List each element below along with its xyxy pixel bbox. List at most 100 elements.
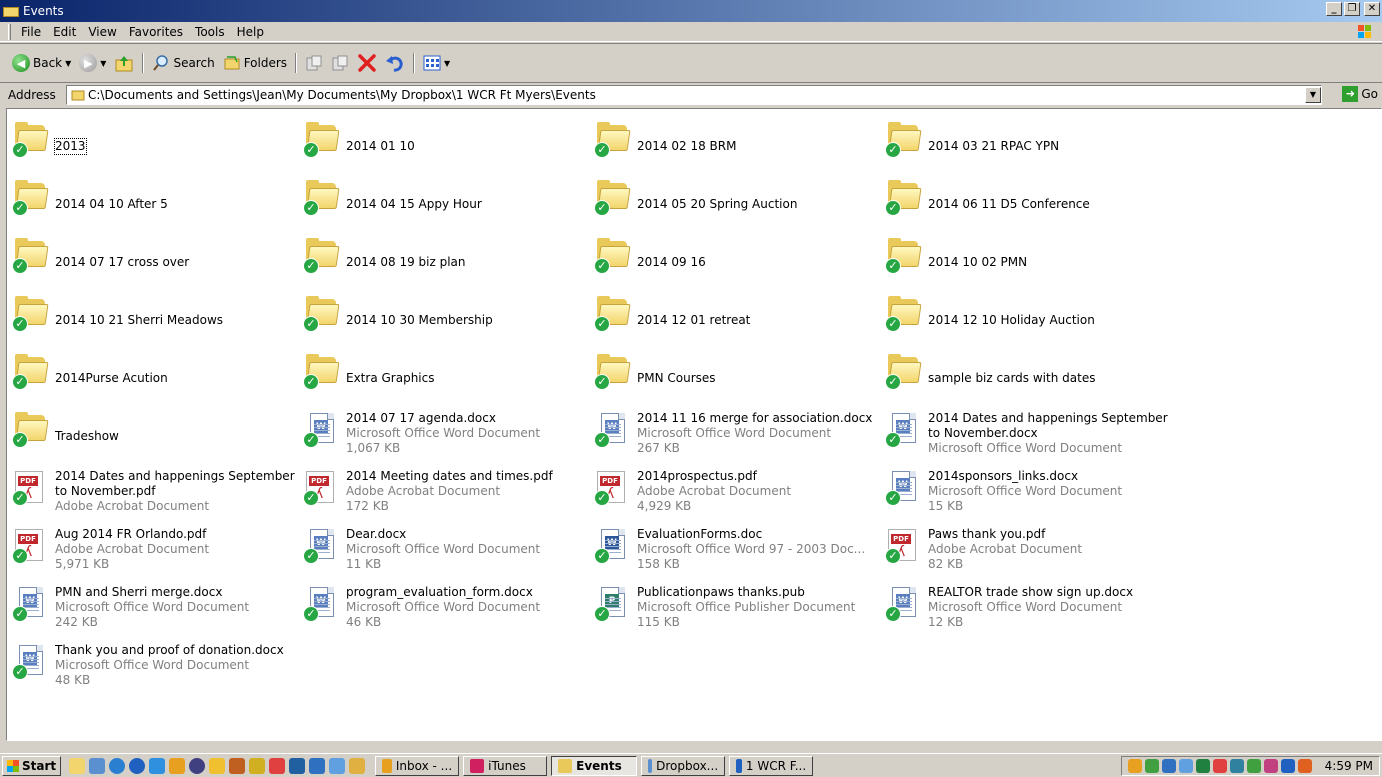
- file-item[interactable]: W✓ Dear.docxMicrosoft Office Word Documen…: [302, 527, 588, 572]
- folder-item[interactable]: ✓ 2014 06 11 D5 Conference: [884, 179, 1170, 217]
- minimize-button[interactable]: _: [1326, 2, 1342, 16]
- menu-favorites[interactable]: Favorites: [123, 25, 189, 39]
- sync-check-icon: ✓: [12, 316, 28, 332]
- file-item[interactable]: W✓ Thank you and proof of donation.docxMi…: [11, 643, 297, 688]
- file-item[interactable]: W✓ EvaluationForms.docMicrosoft Office Wo…: [593, 527, 879, 572]
- folder-item[interactable]: ✓ 2014 09 16: [593, 237, 879, 275]
- move-to-button[interactable]: [301, 52, 327, 74]
- quick-launch-icon[interactable]: [69, 757, 86, 774]
- folder-item[interactable]: ✓ Extra Graphics: [302, 353, 588, 391]
- quick-launch-icon[interactable]: [109, 757, 126, 774]
- file-list-view[interactable]: ✓ 2013 ✓ 2014 01 10 ✓ 2014 02 18 BRM ✓ 2014 03 …: [6, 108, 1382, 741]
- folder-item[interactable]: ✓ Tradeshow: [11, 411, 297, 449]
- folder-item[interactable]: ✓ 2014 10 21 Sherri Meadows: [11, 295, 297, 333]
- menu-file[interactable]: File: [15, 25, 47, 39]
- search-button[interactable]: Search: [148, 52, 218, 74]
- tray-icon[interactable]: [1195, 759, 1210, 773]
- quick-launch-icon[interactable]: [169, 757, 186, 774]
- folder-item[interactable]: ✓ 2014 05 20 Spring Auction: [593, 179, 879, 217]
- tray-icon[interactable]: [1263, 759, 1278, 773]
- folder-item[interactable]: ✓ PMN Courses: [593, 353, 879, 391]
- close-button[interactable]: ✕: [1364, 2, 1380, 16]
- tray-icon[interactable]: [1297, 759, 1312, 773]
- folder-item[interactable]: ✓ 2014 07 17 cross over: [11, 237, 297, 275]
- folder-icon: ✓: [884, 237, 924, 275]
- folder-item[interactable]: ✓ 2014 10 30 Membership: [302, 295, 588, 333]
- file-item[interactable]: W✓ program_evaluation_form.docxMicrosoft …: [302, 585, 588, 630]
- quick-launch-icon[interactable]: [129, 757, 146, 774]
- copy-to-button[interactable]: [327, 52, 353, 74]
- clock: 4:59 PM: [1324, 759, 1373, 773]
- tray-icon[interactable]: [1212, 759, 1227, 773]
- file-item[interactable]: PDF ʎ ✓ Paws thank you.pdf Adobe Acrobat Doc…: [884, 527, 1170, 572]
- tray-icon[interactable]: [1246, 759, 1261, 773]
- quick-launch-icon[interactable]: [229, 757, 246, 774]
- quick-launch-icon[interactable]: [309, 757, 326, 774]
- file-item[interactable]: W✓ 2014 11 16 merge for association.docxM…: [593, 411, 879, 456]
- file-item[interactable]: W✓ REALTOR trade show sign up.docxMicroso…: [884, 585, 1170, 630]
- menu-edit[interactable]: Edit: [47, 25, 82, 39]
- tray-icon[interactable]: [1229, 759, 1244, 773]
- file-item[interactable]: W✓ 2014 07 17 agenda.docxMicrosoft Office…: [302, 411, 588, 456]
- quick-launch-icon[interactable]: [329, 757, 346, 774]
- taskbar-button[interactable]: iTunes: [463, 755, 548, 776]
- quick-launch-icon[interactable]: [209, 757, 226, 774]
- go-button[interactable]: ➜ Go: [1342, 86, 1378, 102]
- quick-launch-icon[interactable]: [189, 757, 206, 774]
- folder-item[interactable]: ✓ 2013: [11, 121, 297, 159]
- back-button[interactable]: ◀ Back ▼: [8, 52, 75, 74]
- address-dropdown-button[interactable]: ▼: [1305, 87, 1321, 103]
- folder-icon: ✓: [302, 237, 342, 275]
- file-item[interactable]: P✓ Publicationpaws thanks.pubMicrosoft Of…: [593, 585, 879, 630]
- file-item[interactable]: W✓2014 Dates and happenings September to…: [884, 411, 1170, 456]
- address-input[interactable]: C:\Documents and Settings\Jean\My Docume…: [66, 85, 1322, 105]
- item-size: 242 KB: [55, 615, 98, 629]
- address-label: Address: [8, 88, 56, 102]
- folder-item[interactable]: ✓ sample biz cards with dates: [884, 353, 1170, 391]
- quick-launch-icon[interactable]: [289, 757, 306, 774]
- folder-item[interactable]: ✓ 2014 08 19 biz plan: [302, 237, 588, 275]
- item-name: 2014 12 10 Holiday Auction: [928, 313, 1095, 327]
- restore-button[interactable]: ❐: [1344, 2, 1360, 16]
- tray-icon[interactable]: [1144, 759, 1159, 773]
- folder-item[interactable]: ✓ 2014 04 10 After 5: [11, 179, 297, 217]
- taskbar-button[interactable]: Inbox - ...: [375, 755, 460, 776]
- quick-launch-icon[interactable]: [149, 757, 166, 774]
- taskbar-button[interactable]: 1 WCR F...: [729, 755, 814, 776]
- quick-launch-icon[interactable]: [249, 757, 266, 774]
- views-button[interactable]: ▼: [419, 52, 454, 74]
- file-item[interactable]: PDF ʎ ✓ 2014prospectus.pdf Adobe Acrobat Doc…: [593, 469, 879, 514]
- tray-icon[interactable]: [1178, 759, 1193, 773]
- menu-help[interactable]: Help: [231, 25, 270, 39]
- folder-item[interactable]: ✓ 2014 12 01 retreat: [593, 295, 879, 333]
- file-item[interactable]: PDF ʎ ✓ 2014 Meeting dates and times.pdf Ado…: [302, 469, 588, 514]
- up-folder-button[interactable]: [110, 52, 138, 74]
- file-item[interactable]: PDF ʎ ✓ 2014 Dates and happenings September…: [11, 469, 297, 514]
- folder-item[interactable]: ✓ 2014 03 21 RPAC YPN: [884, 121, 1170, 159]
- file-item[interactable]: W✓ 2014sponsors_links.docxMicrosoft Offic…: [884, 469, 1170, 514]
- folder-item[interactable]: ✓ 2014Purse Acution: [11, 353, 297, 391]
- folder-item[interactable]: ✓ 2014 04 15 Appy Hour: [302, 179, 588, 217]
- file-item[interactable]: W✓ PMN and Sherri merge.docxMicrosoft Off…: [11, 585, 297, 630]
- tray-icon[interactable]: [1127, 759, 1142, 773]
- delete-button[interactable]: [353, 51, 381, 75]
- folder-item[interactable]: ✓ 2014 01 10: [302, 121, 588, 159]
- quick-launch: [69, 757, 366, 774]
- taskbar-button[interactable]: Dropbox...: [641, 755, 726, 776]
- quick-launch-icon[interactable]: [269, 757, 286, 774]
- quick-launch-icon[interactable]: [349, 757, 366, 774]
- folder-item[interactable]: ✓ 2014 12 10 Holiday Auction: [884, 295, 1170, 333]
- menu-tools[interactable]: Tools: [189, 25, 231, 39]
- quick-launch-icon[interactable]: [89, 757, 106, 774]
- folders-button[interactable]: Folders: [219, 52, 291, 74]
- file-item[interactable]: PDF ʎ ✓ Aug 2014 FR Orlando.pdf Adobe Acroba…: [11, 527, 297, 572]
- taskbar-button[interactable]: Events: [551, 755, 638, 776]
- menu-view[interactable]: View: [82, 25, 122, 39]
- undo-button[interactable]: [381, 51, 409, 75]
- folder-item[interactable]: ✓ 2014 10 02 PMN: [884, 237, 1170, 275]
- tray-icon[interactable]: [1161, 759, 1176, 773]
- tray-icon[interactable]: [1280, 759, 1295, 773]
- folder-item[interactable]: ✓ 2014 02 18 BRM: [593, 121, 879, 159]
- forward-button[interactable]: ▶ ▼: [75, 52, 110, 74]
- start-button[interactable]: Start: [2, 755, 62, 776]
